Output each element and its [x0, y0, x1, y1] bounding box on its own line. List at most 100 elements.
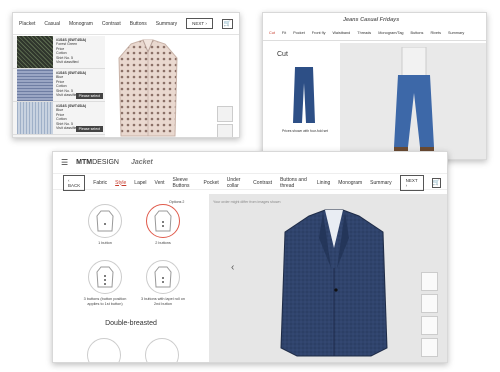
logo[interactable]: MTMDESIGN: [76, 159, 119, 166]
fabric-material: Cotton: [56, 51, 67, 56]
double-breasted-option[interactable]: [87, 338, 121, 362]
jacket-thumbnails: [421, 272, 439, 360]
next-label: NEXT: [405, 177, 418, 183]
fabric-material: Cotton: [56, 84, 67, 89]
fabric-code: #1S4S (SWT4SIA): [56, 104, 87, 108]
tab-fabric[interactable]: Fabric: [93, 180, 107, 186]
jeans-option-image[interactable]: [289, 65, 319, 125]
tab-summary[interactable]: Summary: [448, 31, 464, 35]
thumbnail[interactable]: [421, 272, 438, 291]
section-title: Double-breasted: [105, 320, 157, 327]
tab-pocket[interactable]: Pocket: [203, 180, 218, 186]
next-button[interactable]: NEXT ›: [186, 18, 213, 29]
jeans-model-image: [394, 47, 434, 153]
jacket-nav: ‹ BACK Fabric Style Lapel Vent Sleeve Bu…: [53, 174, 447, 191]
tab-casual[interactable]: Casual: [44, 21, 60, 27]
option-tag: Options 2: [169, 200, 185, 204]
thumbnail[interactable]: [217, 106, 233, 122]
menu-icon[interactable]: ☰: [61, 158, 68, 167]
style-options: 1 button 2 buttons Options 2 3 buttons (…: [53, 194, 209, 362]
tab-cut[interactable]: Cut: [269, 31, 275, 35]
tab-placket[interactable]: Placket: [19, 21, 35, 27]
fabric-shirtno: Shirt No. 5: [56, 121, 73, 126]
tab-vent[interactable]: Vent: [155, 180, 165, 186]
fabric-list: #1S4S (SWT4SIA) Forest Green Price Cotto…: [13, 36, 105, 137]
back-button[interactable]: ‹ BACK: [63, 174, 86, 191]
shirt-tab-bar: Placket Casual Monogram Contrast Buttons…: [13, 13, 239, 35]
thumbnail[interactable]: [421, 338, 438, 357]
arrow-left-icon[interactable]: ‹: [231, 262, 234, 273]
tab-buttons[interactable]: Buttons: [411, 31, 424, 35]
tab-sleeve-buttons[interactable]: Sleeve Buttons: [173, 177, 196, 189]
option-3-buttons[interactable]: 3 buttons (button position applies to 1s…: [81, 260, 129, 306]
option-label: 2 buttons: [155, 241, 171, 245]
logo-regular: DESIGN: [92, 159, 119, 166]
thumbnail[interactable]: [421, 294, 438, 313]
tab-threads[interactable]: Threads: [357, 31, 371, 35]
fabric-item[interactable]: #1S4S (SWT4SIA) Forest Green Price Cotto…: [13, 36, 105, 69]
cart-icon[interactable]: 🛒: [221, 18, 233, 29]
fabric-price: Price: [56, 79, 65, 84]
cart-icon[interactable]: 🛒: [431, 177, 441, 188]
tab-buttons[interactable]: Buttons: [130, 21, 147, 27]
back-label: BACK: [68, 182, 81, 188]
tab-monogram-tag[interactable]: Monogram/Tag: [378, 31, 403, 35]
fabric-swatch: [17, 69, 53, 101]
tab-lining[interactable]: Lining: [317, 180, 330, 186]
fabric-item[interactable]: #1S4S (SWT4SIA) Blue Price Cotton Shirt …: [13, 69, 105, 102]
tab-under-collar[interactable]: Under collar: [227, 177, 245, 189]
double-breasted-option[interactable]: [145, 338, 179, 362]
tab-monogram[interactable]: Monogram: [338, 180, 362, 186]
fabric-material: Cotton: [56, 117, 67, 122]
please-select-button[interactable]: Please select: [75, 126, 103, 132]
shirt-preview: [109, 36, 239, 137]
section-title: Cut: [277, 51, 288, 58]
tab-contrast[interactable]: Contrast: [102, 21, 121, 27]
fabric-item[interactable]: #1S4S (SWT4SIA) Blue Price Cotton Shirt …: [13, 102, 105, 135]
shirt-thumbnails: [217, 106, 233, 137]
fabric-swatch: [17, 102, 53, 134]
jacket-icon: [146, 204, 180, 238]
option-label: 1 button: [98, 241, 112, 245]
logo-bold: MTM: [76, 159, 93, 166]
tab-fit[interactable]: Fit: [282, 31, 286, 35]
tab-monogram[interactable]: Monogram: [69, 21, 93, 27]
tab-lapel[interactable]: Lapel: [134, 180, 146, 186]
fabric-swatch: [17, 36, 53, 68]
option-3-buttons-roll[interactable]: 3 buttons with lapel roll on 2nd button: [139, 260, 187, 306]
fabric-shirtno: Shirt No. 5: [56, 88, 73, 93]
next-label: NEXT: [192, 21, 205, 26]
jacket-icon: [88, 260, 122, 294]
tab-summary[interactable]: Summary: [156, 21, 177, 27]
tab-style[interactable]: Style: [115, 180, 126, 186]
jacket-image: [280, 209, 388, 357]
jacket-icon: [88, 204, 122, 238]
tab-waistband[interactable]: Waistband: [332, 31, 350, 35]
jacket-preview: Your order might differ from images show…: [209, 194, 447, 362]
fabric-color: Forest Green: [56, 42, 78, 47]
tab-summary[interactable]: Summary: [370, 180, 391, 186]
tab-buttons-thread[interactable]: Buttons and thread: [280, 177, 309, 189]
fabric-price: Price: [56, 112, 65, 117]
please-select-button[interactable]: Please select: [75, 93, 103, 99]
jacket-configurator-window: ☰ MTMDESIGN Jacket ‹ BACK Fabric Style L…: [52, 151, 448, 363]
fabric-color: Blue: [56, 108, 64, 113]
tab-contrast[interactable]: Contrast: [253, 180, 272, 186]
product-title: Jacket: [130, 159, 153, 166]
fabric-code: #1S4S (SWT4SIA): [56, 38, 87, 42]
tab-front-fly[interactable]: Front fly: [312, 31, 326, 35]
fabric-price: Price: [56, 46, 65, 51]
jeans-configurator-window: Jeans Casual Fridays Cut Fit Pocket Fron…: [262, 12, 487, 160]
fabric-code: #1S4S (SWT4SIA): [56, 71, 87, 75]
option-caption: Prices shown with four-fold set: [282, 129, 328, 133]
cut-options: Cut Prices shown with four-fold set: [263, 43, 340, 159]
option-1-button[interactable]: 1 button: [81, 204, 129, 246]
next-button[interactable]: NEXT ›: [399, 174, 424, 191]
thumbnail[interactable]: [421, 316, 438, 335]
option-2-buttons[interactable]: 2 buttons Options 2: [139, 200, 187, 246]
thumbnail[interactable]: [217, 124, 233, 137]
tab-pocket[interactable]: Pocket: [293, 31, 305, 35]
shirt-configurator-window: Placket Casual Monogram Contrast Buttons…: [12, 12, 240, 138]
fabric-color: Blue: [56, 75, 64, 80]
tab-rivets[interactable]: Rivets: [430, 31, 441, 35]
